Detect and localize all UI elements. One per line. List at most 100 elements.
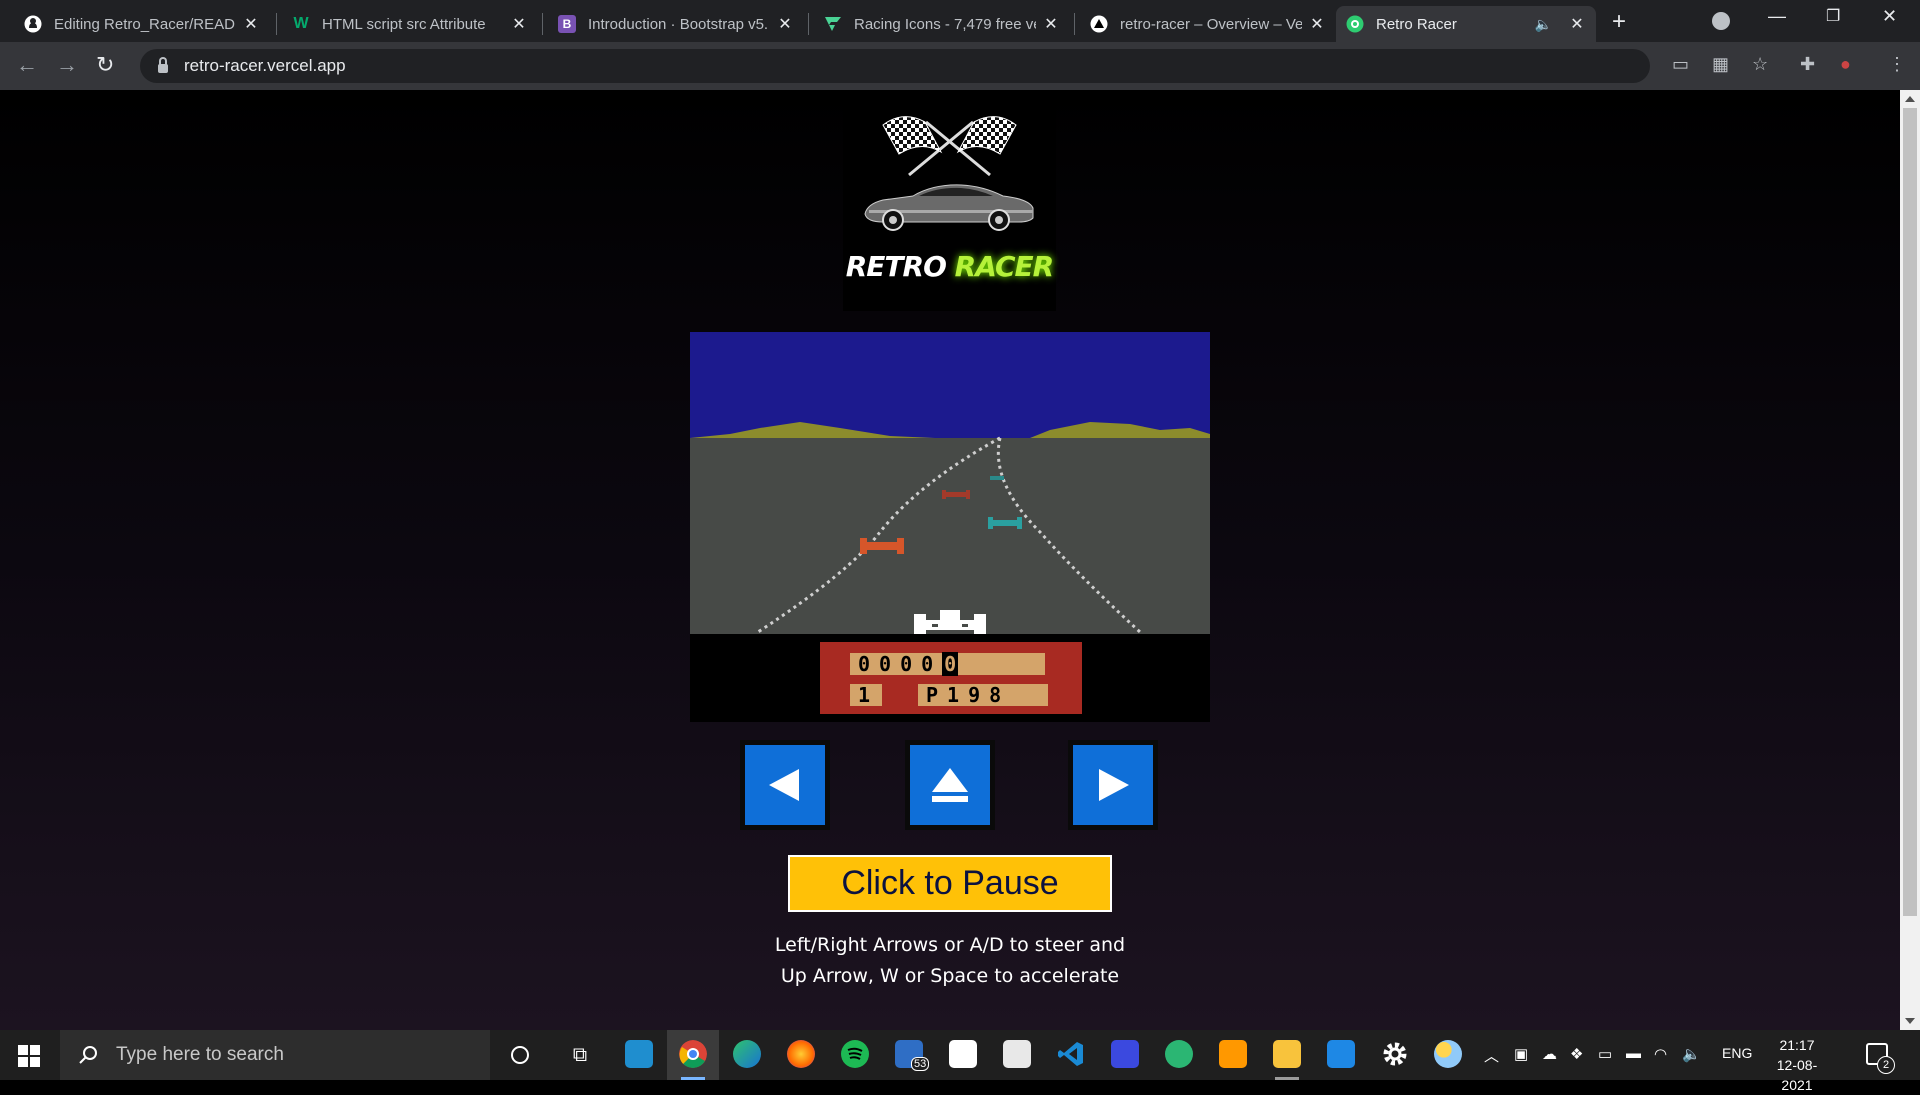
volume-icon[interactable]: 🔈 [1682,1045,1701,1063]
tab-vercel[interactable]: retro-racer – Overview – Ver ✕ [1080,6,1336,42]
cortana-icon[interactable] [504,1039,536,1071]
bookmark-star-icon[interactable]: ☆ [1752,54,1768,75]
dinosaur-icon [1003,1040,1031,1068]
extensions-icon[interactable]: ✚ [1800,54,1815,75]
flaticon-icon [824,15,842,33]
close-tab-icon[interactable]: ✕ [510,14,528,34]
logo-title: RETRO RACER [843,250,1056,283]
url-text[interactable]: retro-racer.vercel.app [184,56,346,76]
address-bar[interactable]: retro-racer.vercel.app [140,49,1650,83]
tab-retro-racer[interactable]: Retro Racer 🔈 ✕ [1336,6,1596,42]
taskbar-app-game[interactable] [991,1030,1043,1080]
taskbar-app-settings[interactable] [1369,1030,1421,1080]
clock-time: 21:17 [1779,1037,1815,1053]
tab-title: retro-racer – Overview – Ver [1120,15,1302,33]
day-counter: 1 [850,684,882,706]
odometer-digits: 0000 [858,652,943,676]
back-icon[interactable]: ← [16,52,38,78]
minimize-icon[interactable]: — [1768,6,1786,27]
logo-word-retro: RETRO [845,250,947,283]
weather-icon [1434,1040,1462,1068]
windows-start-icon[interactable] [18,1045,40,1067]
system-clock[interactable]: 21:17 12-08-2021 [1762,1035,1832,1095]
close-tab-icon[interactable]: ✕ [1568,14,1586,34]
vercel-icon [1090,15,1108,33]
edge-icon [733,1040,761,1068]
scroll-up-icon[interactable] [1905,96,1915,102]
tab-w3schools[interactable]: W HTML script src Attribute ✕ [282,6,538,42]
search-icon [79,1046,97,1064]
taskbar-search-box[interactable]: Type here to search [60,1030,490,1080]
dropbox-icon[interactable]: ❖ [1570,1045,1583,1063]
steer-left-button[interactable] [740,740,830,830]
taskbar-app-explorer[interactable] [1261,1030,1313,1080]
tab-search-icon[interactable] [1712,12,1730,30]
taskbar-app-pc[interactable] [613,1030,665,1080]
checkered-flags-car-image [864,116,1034,231]
wifi-icon[interactable]: ◠ [1654,1045,1667,1063]
scroll-thumb[interactable] [1903,108,1917,916]
game-canvas[interactable]: 0000 0 1 P198 [690,332,1210,722]
tab-title: HTML script src Attribute [322,15,486,33]
show-hidden-icons-icon[interactable]: ︿ [1484,1045,1499,1066]
taskbar-weather[interactable] [1422,1030,1474,1080]
instructions-line-2: Up Arrow, W or Space to accelerate [780,965,1120,987]
language-indicator[interactable]: ENG [1722,1045,1752,1061]
taskbar-app-chrome[interactable] [667,1030,719,1080]
bootstrap-icon: B [558,15,576,33]
taskbar-app-sublime[interactable] [1207,1030,1259,1080]
browser-tab-strip: Editing Retro_Racer/READM ✕ W HTML scrip… [0,0,1920,42]
odometer: 0000 0 [850,652,1045,676]
vertical-scrollbar[interactable] [1900,90,1920,1030]
clock-date: 12-08-2021 [1776,1057,1818,1093]
cars-remaining: P198 [918,684,1048,706]
taskbar-app-mail[interactable]: 53 [883,1030,935,1080]
tab-github-readme[interactable]: Editing Retro_Racer/READM ✕ [14,6,270,42]
taskbar-app-whiteboard[interactable] [1315,1030,1367,1080]
taskbar-app-firefox[interactable] [775,1030,827,1080]
accelerate-button[interactable] [905,740,995,830]
taskbar-app-spotify[interactable] [829,1030,881,1080]
scroll-down-icon[interactable] [1905,1018,1915,1024]
tab-title: Introduction · Bootstrap v5. [588,15,769,33]
audio-playing-icon[interactable]: 🔈 [1535,16,1552,33]
restore-icon[interactable]: ❐ [1826,6,1840,26]
search-placeholder[interactable]: Type here to search [116,1044,284,1066]
forward-icon[interactable]: → [56,52,78,78]
folder-icon [1273,1040,1301,1068]
profile-avatar[interactable]: ● [1840,54,1851,75]
cast-icon[interactable]: ▭ [1672,54,1689,75]
battery-icon[interactable]: ▬ [1626,1045,1641,1062]
chrome-icon [679,1040,707,1068]
windows-taskbar: Type here to search ⧉ 53 ︿ ▣ ☁ ❖ ▭ ▬ ◠ 🔈… [0,1030,1920,1093]
notification-count: 2 [1877,1056,1895,1074]
close-window-icon[interactable]: ✕ [1882,6,1897,27]
pause-button[interactable]: Click to Pause [788,855,1112,912]
firefox-icon [787,1040,815,1068]
mail-badge: 53 [911,1057,930,1071]
close-tab-icon[interactable]: ✕ [242,14,260,34]
spotify-icon [841,1040,869,1068]
menu-icon[interactable]: ⋮ [1888,54,1906,75]
instructions: Left/Right Arrows or A/D to steer and Up… [700,930,1200,992]
onedrive-icon[interactable]: ☁ [1542,1045,1557,1063]
close-tab-icon[interactable]: ✕ [776,14,794,34]
taskbar-app-devto[interactable] [1099,1030,1151,1080]
taskbar-app-edge[interactable] [721,1030,773,1080]
qr-code-icon[interactable]: ▦ [1712,54,1729,75]
taskbar-app-atom[interactable] [1153,1030,1205,1080]
new-tab-button[interactable]: + [1612,8,1626,36]
display-icon[interactable]: ▭ [1598,1045,1612,1063]
tab-bootstrap[interactable]: B Introduction · Bootstrap v5. ✕ [548,6,804,42]
taskbar-app-vscode[interactable] [1045,1030,1097,1080]
tab-title: Retro Racer [1376,15,1457,33]
task-view-icon[interactable]: ⧉ [564,1039,596,1071]
lock-icon[interactable] [158,56,168,73]
meet-now-icon[interactable]: ▣ [1514,1045,1528,1063]
steer-right-button[interactable] [1068,740,1158,830]
reload-icon[interactable]: ↻ [96,52,114,78]
close-tab-icon[interactable]: ✕ [1042,14,1060,34]
close-tab-icon[interactable]: ✕ [1308,14,1326,34]
tab-flaticon[interactable]: Racing Icons - 7,479 free ve ✕ [814,6,1070,42]
taskbar-app-amazon[interactable] [937,1030,989,1080]
